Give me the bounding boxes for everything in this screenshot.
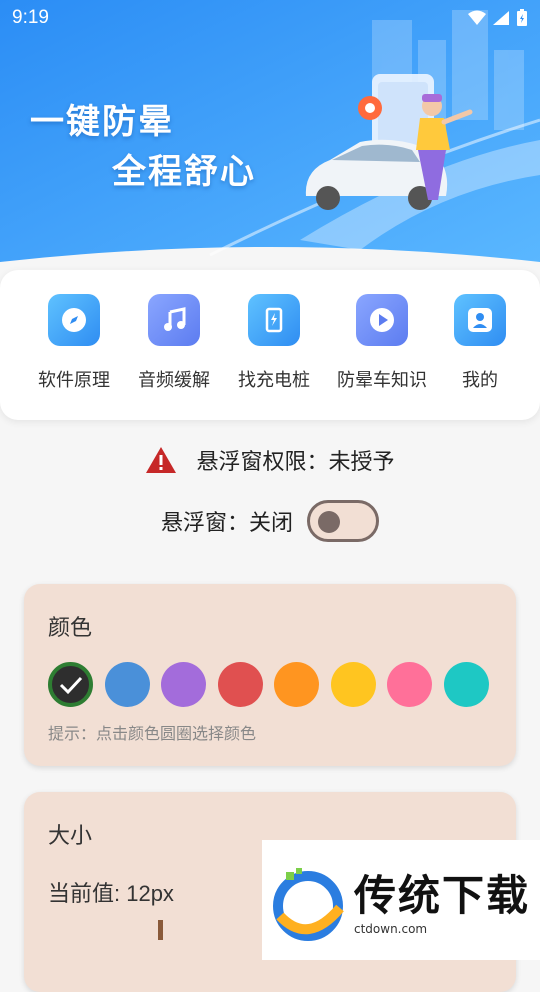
watermark-logo: 传统下载 ctdown.com bbox=[262, 840, 540, 960]
color-panel: 颜色 提示：点击颜色圆圈选择颜色 bbox=[24, 584, 516, 766]
color-swatch-orange[interactable] bbox=[274, 662, 319, 707]
check-icon bbox=[59, 676, 82, 694]
float-window-row: 悬浮窗：关闭 bbox=[0, 500, 540, 542]
nav-label: 防晕车知识 bbox=[337, 370, 427, 391]
color-swatches bbox=[48, 662, 489, 707]
nav-item-mine[interactable]: 我的 bbox=[430, 294, 530, 392]
color-swatch-pink[interactable] bbox=[387, 662, 432, 707]
permission-text: 悬浮窗权限：未授予 bbox=[196, 450, 395, 475]
feature-nav-card: 软件原理 音频缓解 找充电桩 防晕车知识 我的 bbox=[0, 270, 540, 420]
watermark-brand: 传统下载 bbox=[354, 871, 531, 920]
warning-icon bbox=[146, 447, 177, 473]
battery-icon bbox=[517, 9, 527, 26]
charging-station-icon bbox=[248, 294, 300, 346]
nav-label: 音频缓解 bbox=[138, 370, 210, 391]
toggle-knob bbox=[318, 511, 340, 533]
permission-status: 悬浮窗权限：未授予 bbox=[0, 444, 540, 476]
color-swatch-purple[interactable] bbox=[161, 662, 206, 707]
music-note-icon bbox=[148, 294, 200, 346]
status-time: 9:19 bbox=[12, 7, 49, 28]
color-hint: 提示：点击颜色圆圈选择颜色 bbox=[48, 724, 257, 743]
cell-signal-icon bbox=[493, 11, 509, 25]
wifi-icon bbox=[468, 10, 486, 25]
nav-label: 找充电桩 bbox=[238, 370, 310, 391]
brand-logo-icon bbox=[273, 868, 344, 941]
nav-item-principle[interactable]: 软件原理 bbox=[24, 294, 124, 392]
nav-label: 我的 bbox=[462, 370, 498, 391]
nav-item-knowledge[interactable]: 防晕车知识 bbox=[332, 294, 432, 392]
nav-label: 软件原理 bbox=[38, 370, 110, 391]
nav-item-charging[interactable]: 找充电桩 bbox=[224, 294, 324, 392]
watermark-domain: ctdown.com bbox=[354, 922, 428, 936]
color-swatch-red[interactable] bbox=[217, 662, 263, 707]
play-icon bbox=[356, 294, 408, 346]
color-swatch-cyan[interactable] bbox=[443, 662, 489, 707]
size-current-value: 当前值: 12px bbox=[48, 881, 174, 906]
hero-banner: 9:19 一键防晕 全程舒心 bbox=[0, 0, 540, 272]
user-icon bbox=[454, 294, 506, 346]
color-swatch-green[interactable] bbox=[48, 662, 93, 707]
color-swatch-yellow[interactable] bbox=[330, 662, 376, 707]
float-window-toggle[interactable] bbox=[307, 500, 379, 542]
color-swatch-blue[interactable] bbox=[104, 662, 150, 707]
compass-icon bbox=[48, 294, 100, 346]
size-slider-thumb[interactable] bbox=[158, 920, 163, 940]
banner-slogan-1: 一键防晕 bbox=[30, 102, 174, 142]
size-panel-title: 大小 bbox=[48, 824, 93, 849]
status-bar: 9:19 bbox=[0, 0, 540, 36]
nav-item-audio[interactable]: 音频缓解 bbox=[124, 294, 224, 392]
banner-slogan-2: 全程舒心 bbox=[112, 152, 256, 192]
color-panel-title: 颜色 bbox=[48, 616, 93, 641]
float-window-label: 悬浮窗：关闭 bbox=[160, 511, 293, 536]
